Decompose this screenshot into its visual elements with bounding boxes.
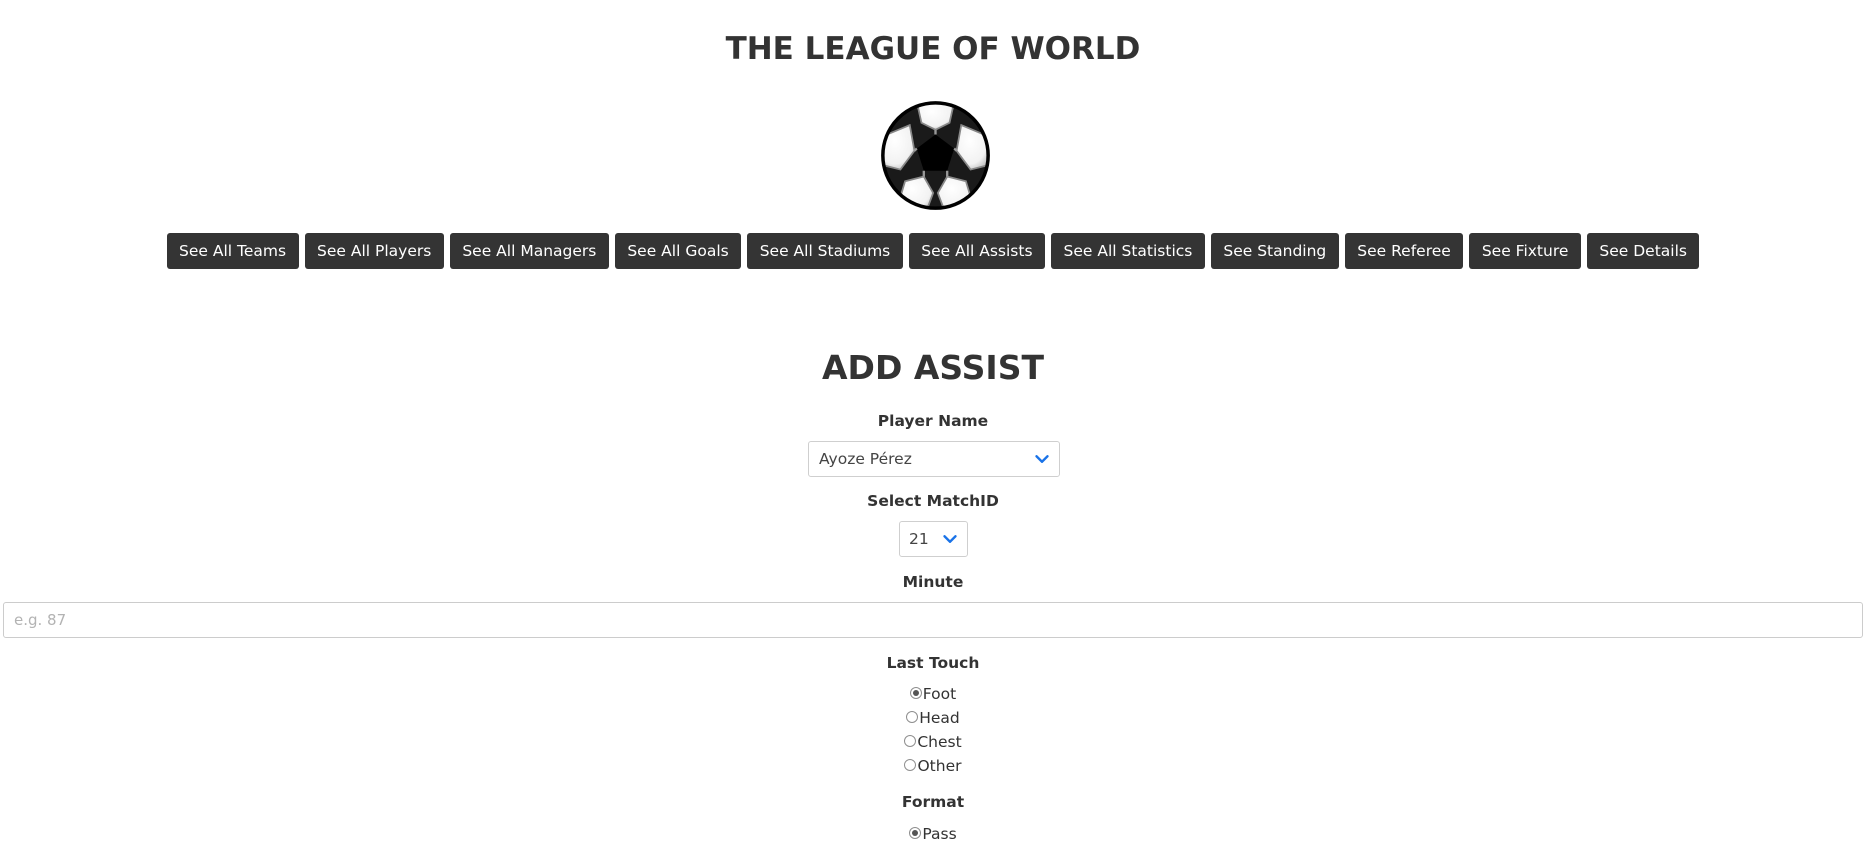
select-matchid-label: Select MatchID	[867, 492, 999, 510]
see-all-stadiums-button[interactable]: See All Stadiums	[747, 233, 903, 269]
chevron-down-icon	[1035, 455, 1049, 463]
radio-head[interactable]	[906, 710, 919, 723]
site-title: THE LEAGUE OF WORLD	[725, 31, 1141, 67]
last-touch-label: Last Touch	[886, 654, 980, 672]
see-fixture-button[interactable]: See Fixture	[1469, 233, 1581, 269]
see-all-assists-button[interactable]: See All Assists	[908, 233, 1046, 269]
radio-foot-label: Foot	[922, 685, 957, 703]
form-title: ADD ASSIST	[822, 348, 1044, 387]
matchid-select[interactable]: 21	[899, 521, 968, 557]
radio-head-label: Head	[919, 709, 960, 727]
see-all-players-button[interactable]: See All Players	[304, 233, 444, 269]
radio-chest[interactable]	[904, 734, 917, 747]
radio-other-label: Other	[917, 757, 962, 775]
radio-option-pass[interactable]: Pass	[0, 823, 1866, 845]
chevron-down-icon	[943, 535, 957, 543]
minute-label: Minute	[902, 573, 964, 591]
soccer-ball-icon	[877, 97, 994, 214]
see-details-button[interactable]: See Details	[1586, 233, 1700, 269]
see-referee-button[interactable]: See Referee	[1344, 233, 1464, 269]
radio-foot[interactable]	[909, 686, 922, 699]
see-standing-button[interactable]: See Standing	[1210, 233, 1339, 269]
player-name-value: Ayoze Pérez	[819, 450, 912, 468]
player-name-label: Player Name	[877, 412, 989, 430]
radio-option-foot[interactable]: Foot	[0, 683, 1866, 705]
radio-option-other[interactable]: Other	[0, 755, 1866, 777]
radio-pass[interactable]	[909, 826, 922, 839]
radio-pass-label: Pass	[922, 825, 957, 843]
see-all-goals-button[interactable]: See All Goals	[614, 233, 742, 269]
main-nav: See All Teams See All Players See All Ma…	[0, 233, 1866, 269]
format-label: Format	[901, 793, 965, 811]
minute-input[interactable]	[3, 602, 1863, 638]
see-all-teams-button[interactable]: See All Teams	[166, 233, 299, 269]
radio-chest-label: Chest	[917, 733, 962, 751]
radio-other[interactable]	[904, 758, 917, 771]
matchid-value: 21	[909, 530, 929, 548]
player-name-select[interactable]: Ayoze Pérez	[808, 441, 1060, 477]
see-all-managers-button[interactable]: See All Managers	[449, 233, 609, 269]
radio-option-head[interactable]: Head	[0, 707, 1866, 729]
see-all-statistics-button[interactable]: See All Statistics	[1051, 233, 1205, 269]
radio-option-chest[interactable]: Chest	[0, 731, 1866, 753]
